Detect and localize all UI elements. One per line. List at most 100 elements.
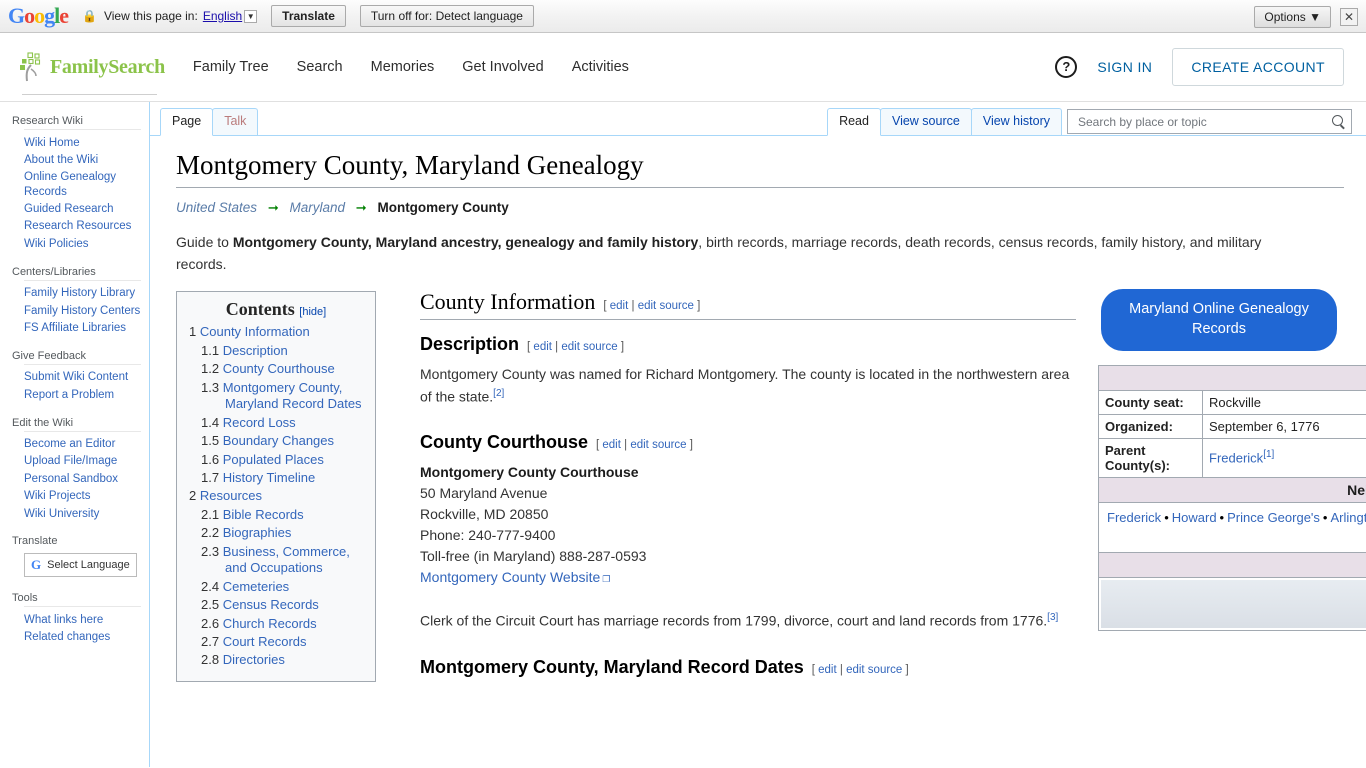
edit-source-link[interactable]: edit source (630, 439, 686, 451)
help-icon[interactable]: ? (1055, 56, 1078, 78)
toc-link[interactable]: Census Records (223, 597, 319, 612)
sidebar-item-family-history-centers[interactable]: Family History Centers (24, 302, 141, 319)
search-icon[interactable] (1332, 115, 1345, 128)
search-input[interactable] (1076, 113, 1332, 130)
sidebar-item-wiki-policies[interactable]: Wiki Policies (24, 235, 141, 252)
tab-read[interactable]: Read (827, 108, 881, 136)
toc-item[interactable]: 1.1 Description (189, 343, 363, 360)
turn-off-translate-button[interactable]: Turn off for: Detect language (359, 5, 534, 27)
toc-item[interactable]: 1.4 Record Loss (189, 415, 363, 432)
sidebar-item-submit-wiki-content[interactable]: Submit Wiki Content (24, 369, 141, 386)
edit-link[interactable]: edit (818, 664, 837, 676)
sidebar-item-report-a-problem[interactable]: Report a Problem (24, 386, 141, 403)
translate-options-button[interactable]: Options ▼ (1254, 5, 1331, 28)
toc-item[interactable]: 2.8 Directories (189, 652, 363, 669)
toc-item[interactable]: 1.7 History Timeline (189, 470, 363, 487)
sidebar-item-research-resources[interactable]: Research Resources (24, 218, 141, 235)
toc-link[interactable]: Church Records (223, 616, 317, 631)
sidebar-item-about-the-wiki[interactable]: About the Wiki (24, 151, 141, 168)
translate-language-link[interactable]: English (203, 9, 242, 23)
create-account-button[interactable]: CREATE ACCOUNT (1172, 48, 1344, 86)
parent-county-link[interactable]: Frederick (1209, 451, 1263, 466)
translate-button[interactable]: Translate (271, 5, 346, 27)
chevron-down-icon[interactable]: ▼ (244, 9, 258, 23)
reference-1[interactable]: [1] (1263, 449, 1274, 460)
edit-source-link[interactable]: edit source (638, 300, 694, 312)
nav-activities[interactable]: Activities (572, 59, 629, 75)
toc-item[interactable]: 2.6 Church Records (189, 616, 363, 633)
tab-view-history[interactable]: View history (970, 108, 1062, 135)
toc-item[interactable]: 2 Resources (189, 488, 363, 505)
toc-item[interactable]: 2.3 Business, Commerce, and Occupations (189, 544, 363, 578)
toc-link[interactable]: Cemeteries (223, 579, 289, 594)
sidebar-item-online-genealogy-records[interactable]: Online Genealogy Records (24, 169, 141, 201)
toc-item[interactable]: 1.3 Montgomery County, Maryland Record D… (189, 380, 363, 414)
sidebar-item-wiki-home[interactable]: Wiki Home (24, 134, 141, 151)
toc-hide-link[interactable]: [hide] (299, 306, 326, 318)
sidebar-item-related-changes[interactable]: Related changes (24, 629, 141, 646)
sidebar-item-wiki-university[interactable]: Wiki University (24, 505, 141, 522)
toc-link[interactable]: Boundary Changes (223, 433, 334, 448)
section-heading-county-courthouse: County Courthouse [ edit | edit source ] (420, 432, 1076, 453)
toc-item[interactable]: 2.2 Biographies (189, 525, 363, 542)
toc-item[interactable]: 2.4 Cemeteries (189, 579, 363, 596)
reference-2[interactable]: [2] (493, 388, 504, 399)
toc-item[interactable]: 1.5 Boundary Changes (189, 433, 363, 450)
toc-item[interactable]: 2.5 Census Records (189, 597, 363, 614)
close-icon[interactable]: ✕ (1340, 7, 1358, 26)
sidebar-item-family-history-library[interactable]: Family History Library (24, 285, 141, 302)
tab-page[interactable]: Page (160, 108, 214, 136)
toc-link[interactable]: Montgomery County, Maryland Record Dates (223, 380, 362, 412)
sign-in-link[interactable]: SIGN IN (1097, 59, 1152, 75)
sidebar-item-guided-research[interactable]: Guided Research (24, 201, 141, 218)
neighbor-howard[interactable]: Howard (1172, 510, 1217, 525)
familysearch-logo[interactable]: FamilySearch (18, 51, 165, 95)
clerk-paragraph: Clerk of the Circuit Court has marriage … (420, 610, 1076, 632)
sidebar-item-fs-affiliate-libraries[interactable]: FS Affiliate Libraries (24, 319, 141, 336)
breadcrumb-maryland[interactable]: Maryland (289, 200, 345, 215)
tab-talk[interactable]: Talk (212, 108, 259, 135)
select-language-widget[interactable]: G Select Language (24, 553, 137, 578)
toc-link[interactable]: Populated Places (223, 452, 324, 467)
page-layout: Research Wiki Wiki Home About the Wiki O… (0, 102, 1366, 767)
toc-link[interactable]: History Timeline (223, 470, 315, 485)
breadcrumb-united-states[interactable]: United States (176, 200, 257, 215)
sidebar-item-upload-file-image[interactable]: Upload File/Image (24, 453, 141, 470)
nav-search[interactable]: Search (297, 59, 343, 75)
toc-link[interactable]: Record Loss (223, 415, 296, 430)
edit-link[interactable]: edit (610, 300, 629, 312)
edit-link[interactable]: edit (533, 341, 552, 353)
toc-link[interactable]: Business, Commerce, and Occupations (223, 544, 350, 576)
nav-family-tree[interactable]: Family Tree (193, 59, 269, 75)
maryland-online-records-button[interactable]: Maryland Online Genealogy Records (1101, 289, 1337, 351)
sidebar-item-become-an-editor[interactable]: Become an Editor (24, 436, 141, 453)
nav-memories[interactable]: Memories (371, 59, 435, 75)
reference-3[interactable]: [3] (1047, 612, 1058, 623)
sidebar-item-wiki-projects[interactable]: Wiki Projects (24, 488, 141, 505)
toc-link[interactable]: Resources (200, 488, 262, 503)
toc-link[interactable]: Biographies (223, 525, 292, 540)
neighbor-prince-georges[interactable]: Prince George's (1227, 510, 1320, 525)
nav-get-involved[interactable]: Get Involved (462, 59, 543, 75)
toc-item[interactable]: 1.2 County Courthouse (189, 361, 363, 378)
toc-item[interactable]: 2.1 Bible Records (189, 507, 363, 524)
courthouse-website-link[interactable]: Montgomery County Website (420, 569, 610, 585)
neighbor-frederick[interactable]: Frederick (1107, 510, 1161, 525)
toc-link[interactable]: Directories (223, 652, 285, 667)
sidebar-item-what-links-here[interactable]: What links here (24, 611, 141, 628)
edit-source-link[interactable]: edit source (561, 341, 617, 353)
toc-link[interactable]: County Courthouse (223, 361, 335, 376)
toc-item[interactable]: 2.7 Court Records (189, 634, 363, 651)
toc-link[interactable]: Bible Records (223, 507, 304, 522)
toc-item[interactable]: 1 County Information (189, 324, 363, 341)
toc-link[interactable]: Court Records (223, 634, 307, 649)
tab-view-source[interactable]: View source (879, 108, 972, 135)
neighbor-arlington[interactable]: Arlington (VA) (1330, 510, 1366, 525)
toc-link[interactable]: County Information (200, 324, 310, 339)
search-box[interactable] (1067, 109, 1352, 134)
toc-link[interactable]: Description (223, 343, 288, 358)
sidebar-item-personal-sandbox[interactable]: Personal Sandbox (24, 470, 141, 487)
toc-item[interactable]: 1.6 Populated Places (189, 452, 363, 469)
edit-link[interactable]: edit (602, 439, 621, 451)
edit-source-link[interactable]: edit source (846, 664, 902, 676)
